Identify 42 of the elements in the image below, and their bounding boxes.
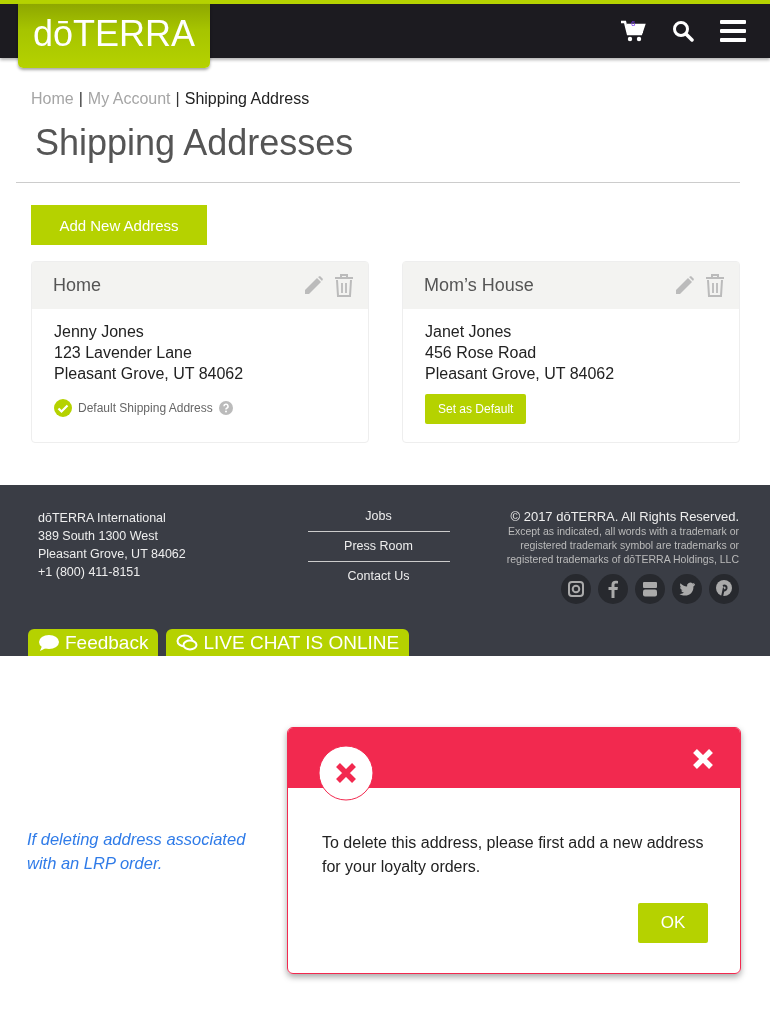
search-icon[interactable] [672, 20, 694, 42]
close-icon[interactable] [692, 748, 714, 770]
breadcrumb-link[interactable]: Shipping Address [184, 90, 310, 108]
feedback-tab[interactable]: Feedback [28, 629, 159, 656]
default-label: Default Shipping Address [78, 401, 213, 415]
card-title: Home [53, 275, 101, 296]
speech-bubble-icon [38, 633, 60, 652]
breadcrumb-separator: | [175, 90, 180, 108]
address-line: Pleasant Grove, UT 84062 [54, 364, 245, 384]
live-chat-tab[interactable]: LIVE CHAT IS ONLINE [166, 629, 410, 656]
camera-icon[interactable] [561, 574, 591, 604]
page-title: Shipping Addresses [35, 122, 355, 164]
menu-icon[interactable] [720, 20, 746, 42]
copyright-text: © 2017 dōTERRA. All Rights Reserved. [509, 509, 739, 524]
footer-address-line: 389 South 1300 West [38, 528, 159, 545]
breadcrumb-link[interactable]: Home [31, 90, 74, 108]
footer-address-line: dōTERRA International [38, 510, 167, 527]
footer-link[interactable]: Press Room [307, 531, 450, 561]
cart-count: 6 [631, 20, 636, 28]
address-line: 123 Lavender Lane [54, 343, 193, 363]
add-address-button[interactable]: Add New Address [31, 205, 207, 245]
annotation-text: If deleting address associated with an LRP order. [27, 829, 247, 874]
legal-text: Except as indicated, all words with a trademark or registered trademark symbol are trademarks or registered trademarks of dōTERRA Holdings, LLC [505, 524, 739, 566]
footer-address-line: Pleasant Grove, UT 84062 [38, 546, 187, 563]
address-line: Jenny Jones [54, 322, 145, 342]
breadcrumb-link[interactable]: My Account [87, 90, 171, 108]
check-icon [54, 399, 72, 417]
card-title: Mom’s House [424, 275, 534, 296]
set-default-button[interactable]: Set as Default [425, 394, 527, 424]
dialog-message: To delete this address, please first add a new address for your loyalty orders. [322, 833, 705, 877]
ok-button[interactable]: OK [638, 903, 708, 943]
breadcrumb-separator: | [78, 90, 83, 108]
footer-link[interactable]: Contact Us [307, 561, 450, 591]
bird-icon[interactable] [672, 574, 702, 604]
address-line: Pleasant Grove, UT 84062 [425, 364, 616, 384]
footer-address-line: +1 (800) 411-8151 [38, 564, 142, 581]
address-line: 456 Rose Road [425, 343, 538, 363]
facebook-icon[interactable] [598, 574, 628, 604]
footer-link[interactable]: Jobs [307, 509, 450, 531]
address-line: Janet Jones [425, 322, 513, 342]
chat-bubbles-icon [176, 633, 199, 652]
logo[interactable]: dōTERRA [18, 4, 210, 68]
